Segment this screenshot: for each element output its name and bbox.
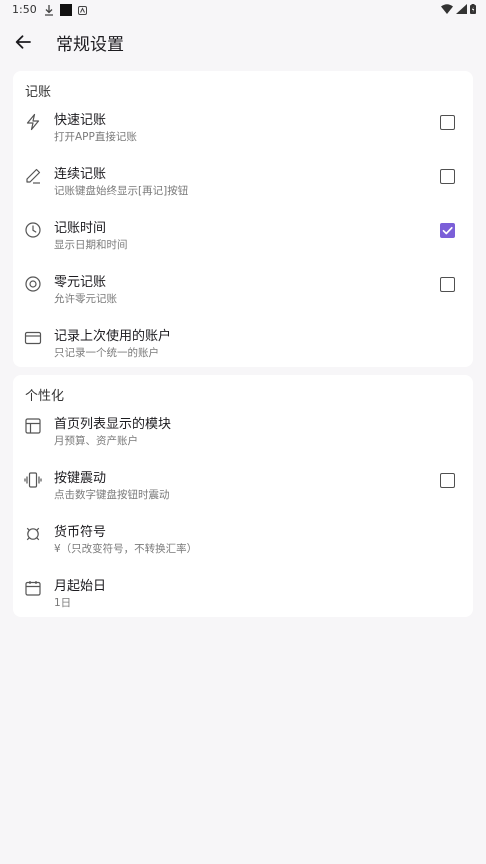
signal-icon <box>456 4 467 14</box>
currency-icon <box>26 527 40 541</box>
setting-subtitle: 允许零元记账 <box>54 293 117 305</box>
setting-title: 连续记账 <box>54 167 107 182</box>
setting-subtitle: 1日 <box>54 597 72 609</box>
status-notification-icons <box>44 4 87 16</box>
radio-circle-icon <box>25 276 41 292</box>
setting-title: 记录上次使用的账户 <box>54 329 172 344</box>
setting-row-continuous-entry[interactable]: 连续记账 记账键盘始终显示[再记]按钮 <box>13 154 473 208</box>
pencil-icon <box>26 168 41 184</box>
status-bar: 1:50 <box>0 0 486 20</box>
page-title: 常规设置 <box>56 35 124 55</box>
setting-row-zero-entry[interactable]: 零元记账 允许零元记账 <box>13 262 473 316</box>
vibration-icon <box>24 472 42 488</box>
settings-card-personalization: 个性化 首页列表显示的模块 月预算、资产账户 按键震动 点击数字键盘按钮时震动 … <box>13 375 473 617</box>
media-icon <box>60 4 72 16</box>
setting-title: 货币符号 <box>54 525 107 540</box>
layout-icon <box>25 418 41 434</box>
setting-row-key-vibration[interactable]: 按键震动 点击数字键盘按钮时震动 <box>13 458 473 512</box>
setting-row-month-start-day[interactable]: 月起始日 1日 <box>13 566 473 620</box>
lightning-icon <box>26 113 40 131</box>
setting-title: 月起始日 <box>54 579 107 594</box>
setting-title: 首页列表显示的模块 <box>54 417 172 432</box>
section-title: 个性化 <box>25 389 65 404</box>
download-icon <box>45 4 53 16</box>
setting-row-entry-time[interactable]: 记账时间 显示日期和时间 <box>13 208 473 262</box>
battery-icon <box>470 4 476 14</box>
setting-subtitle: 只记录一个统一的账户 <box>54 347 159 359</box>
app-notification-icon <box>78 5 87 15</box>
checkmark-icon <box>442 226 453 235</box>
app-bar: 常规设置 <box>0 20 486 64</box>
entry-time-checkbox[interactable] <box>440 223 455 238</box>
setting-title: 快速记账 <box>54 113 107 128</box>
setting-row-currency-symbol[interactable]: 货币符号 ¥（只改变符号，不转换汇率） <box>13 512 473 566</box>
settings-card-bookkeeping: 记账 快速记账 打开APP直接记账 连续记账 记账键盘始终显示[再记]按钮 记账… <box>13 71 473 367</box>
status-system-icons <box>441 4 476 14</box>
key-vibration-checkbox[interactable] <box>440 473 455 488</box>
section-title: 记账 <box>25 85 52 100</box>
setting-subtitle: 月预算、资产账户 <box>54 435 138 447</box>
credit-card-icon <box>24 331 42 345</box>
clock-icon <box>25 222 41 238</box>
continuous-entry-checkbox[interactable] <box>440 169 455 184</box>
back-button[interactable] <box>10 29 36 55</box>
setting-row-home-modules[interactable]: 首页列表显示的模块 月预算、资产账户 <box>13 404 473 458</box>
zero-entry-checkbox[interactable] <box>440 277 455 292</box>
calendar-icon <box>25 581 41 596</box>
status-time: 1:50 <box>12 3 37 16</box>
setting-subtitle: 点击数字键盘按钮时震动 <box>54 489 170 501</box>
setting-subtitle: 显示日期和时间 <box>54 239 128 251</box>
setting-row-quick-entry[interactable]: 快速记账 打开APP直接记账 <box>13 100 473 154</box>
arrow-left-icon <box>15 35 31 49</box>
quick-entry-checkbox[interactable] <box>440 115 455 130</box>
setting-subtitle: ¥（只改变符号，不转换汇率） <box>54 543 198 555</box>
setting-row-last-account[interactable]: 记录上次使用的账户 只记录一个统一的账户 <box>13 316 473 370</box>
setting-subtitle: 打开APP直接记账 <box>54 131 137 143</box>
setting-title: 按键震动 <box>54 471 107 486</box>
setting-subtitle: 记账键盘始终显示[再记]按钮 <box>54 185 189 197</box>
setting-title: 记账时间 <box>54 221 107 236</box>
wifi-icon <box>441 4 453 14</box>
setting-title: 零元记账 <box>54 275 107 290</box>
